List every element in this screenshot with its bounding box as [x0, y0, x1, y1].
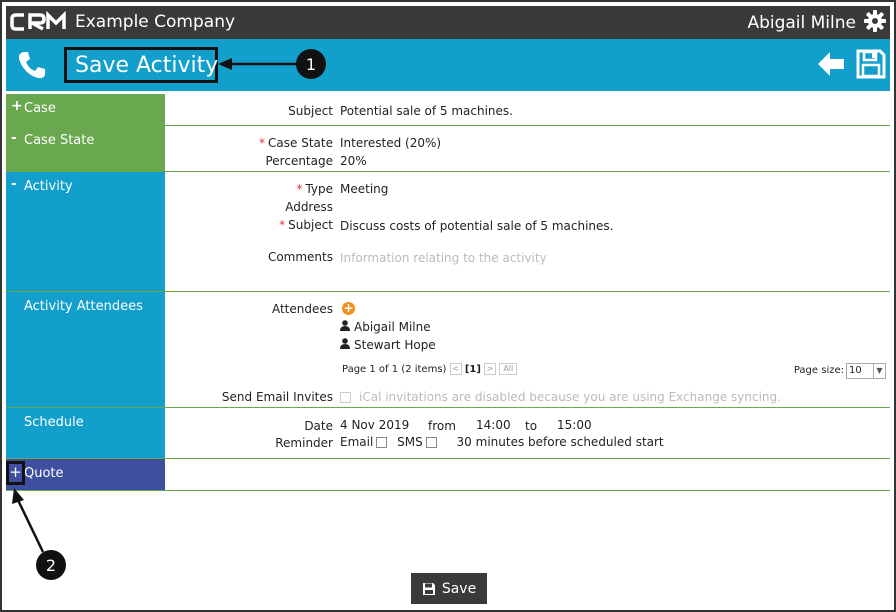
- to-label: to: [525, 419, 538, 433]
- section-header-case[interactable]: + Case: [6, 94, 165, 125]
- pager-current[interactable]: [1]: [465, 364, 481, 375]
- subject-label: Subject: [288, 104, 333, 118]
- section-header-attendees: Activity Attendees: [6, 292, 165, 407]
- pager-all-button[interactable]: All: [499, 363, 518, 375]
- comments-label: Comments: [267, 250, 333, 264]
- section-title-schedule: Schedule: [24, 415, 84, 430]
- section-title-attendees: Activity Attendees: [24, 299, 143, 314]
- add-attendee-icon[interactable]: +: [342, 302, 355, 315]
- type-value[interactable]: Meeting: [340, 182, 388, 196]
- email-label: Email: [340, 435, 374, 449]
- crm-logo: [10, 11, 70, 33]
- date-value[interactable]: 4 Nov 2019: [340, 418, 409, 432]
- send-invites-checkbox[interactable]: [340, 392, 351, 403]
- company-name: Example Company: [75, 12, 236, 32]
- save-button[interactable]: Save: [411, 573, 487, 604]
- email-checkbox[interactable]: [376, 437, 388, 448]
- save-icon: [422, 582, 435, 595]
- invites-note: iCal invitations are disabled because yo…: [359, 390, 781, 404]
- section-schedule: Schedule Date 4 Nov 2019 from 14:00 to 1…: [6, 408, 890, 459]
- save-icon[interactable]: [856, 49, 886, 82]
- section-title-quote: Quote: [24, 466, 64, 481]
- section-activity-attendees: Activity Attendees Attendees + Abigail M…: [6, 292, 890, 408]
- section-header-schedule: Schedule: [6, 408, 165, 458]
- section-case: + Case Subject Potential sale of 5 machi…: [6, 94, 890, 126]
- from-time[interactable]: 14:00: [476, 418, 511, 432]
- page-size-label: Page size:: [793, 365, 844, 376]
- top-bar: Example Company Abigail Milne: [6, 6, 890, 39]
- send-invites-field: iCal invitations are disabled because yo…: [340, 390, 781, 404]
- section-quote: Quote +: [6, 459, 890, 491]
- type-label: * Type: [296, 182, 333, 196]
- date-label: Date: [304, 419, 333, 433]
- section-case-state: - Case State * Case State Interested (20%…: [6, 126, 890, 172]
- user-name[interactable]: Abigail Milne: [747, 13, 856, 33]
- collapse-icon[interactable]: -: [11, 176, 17, 192]
- reminder-label: Reminder: [275, 436, 333, 450]
- address-label: Address: [285, 200, 333, 214]
- attendee-item[interactable]: Abigail Milne: [340, 320, 431, 334]
- case-state-value[interactable]: Interested (20%): [340, 136, 441, 150]
- section-header-case-state[interactable]: - Case State: [6, 126, 165, 171]
- minutes-value[interactable]: 30 minutes: [457, 435, 525, 449]
- case-subject-value: Potential sale of 5 machines.: [340, 104, 513, 118]
- percentage-value[interactable]: 20%: [340, 154, 367, 168]
- attendees-label: Attendees: [271, 302, 333, 316]
- to-time[interactable]: 15:00: [557, 418, 592, 432]
- case-state-label: * Case State: [259, 136, 333, 150]
- from-label: from: [428, 419, 456, 433]
- section-title-case: Case: [24, 101, 56, 116]
- pager-text: Page 1 of 1 (2 items): [342, 364, 447, 375]
- expand-icon[interactable]: +: [11, 98, 23, 114]
- page-header: Save Activity: [6, 39, 890, 91]
- back-arrow-icon[interactable]: [816, 50, 846, 81]
- save-button-label: Save: [441, 580, 477, 597]
- sms-checkbox[interactable]: [425, 437, 437, 448]
- expand-quote-button[interactable]: +: [6, 461, 25, 485]
- send-email-invites-label: Send Email Invites: [221, 390, 333, 404]
- comments-field[interactable]: Information relating to the activity: [340, 251, 547, 265]
- collapse-icon[interactable]: -: [11, 130, 17, 146]
- page-title: Save Activity: [75, 53, 219, 78]
- page-size-select[interactable]: 10 ▼: [846, 363, 886, 379]
- person-icon: [340, 320, 350, 331]
- section-header-activity[interactable]: - Activity: [6, 172, 165, 291]
- activity-subject-value[interactable]: Discuss costs of potential sale of 5 mac…: [340, 219, 614, 233]
- reminder-options: Email SMS 30 minutes before scheduled st…: [340, 435, 664, 449]
- percentage-label: Percentage: [265, 154, 333, 168]
- gear-icon[interactable]: [864, 10, 886, 35]
- sms-label: SMS: [397, 435, 423, 449]
- phone-icon: [16, 49, 48, 84]
- section-activity: - Activity * Type Meeting Address * Subjec…: [6, 172, 890, 292]
- section-title-activity: Activity: [24, 179, 73, 194]
- activity-subject-label: * Subject: [279, 218, 333, 232]
- chevron-down-icon: ▼: [873, 364, 885, 378]
- pager-prev-button[interactable]: <: [449, 363, 462, 375]
- section-title-case-state: Case State: [24, 133, 95, 148]
- attendee-item[interactable]: Stewart Hope: [340, 338, 436, 352]
- person-icon: [340, 338, 350, 349]
- callout-badge-1: 1: [296, 49, 326, 79]
- title-highlight-box: Save Activity: [64, 47, 218, 83]
- before-start-text: before scheduled start: [528, 435, 664, 449]
- pager: Page 1 of 1 (2 items) < [1] > All: [342, 363, 518, 375]
- callout-badge-2: 2: [36, 550, 66, 580]
- pager-next-button[interactable]: >: [484, 363, 497, 375]
